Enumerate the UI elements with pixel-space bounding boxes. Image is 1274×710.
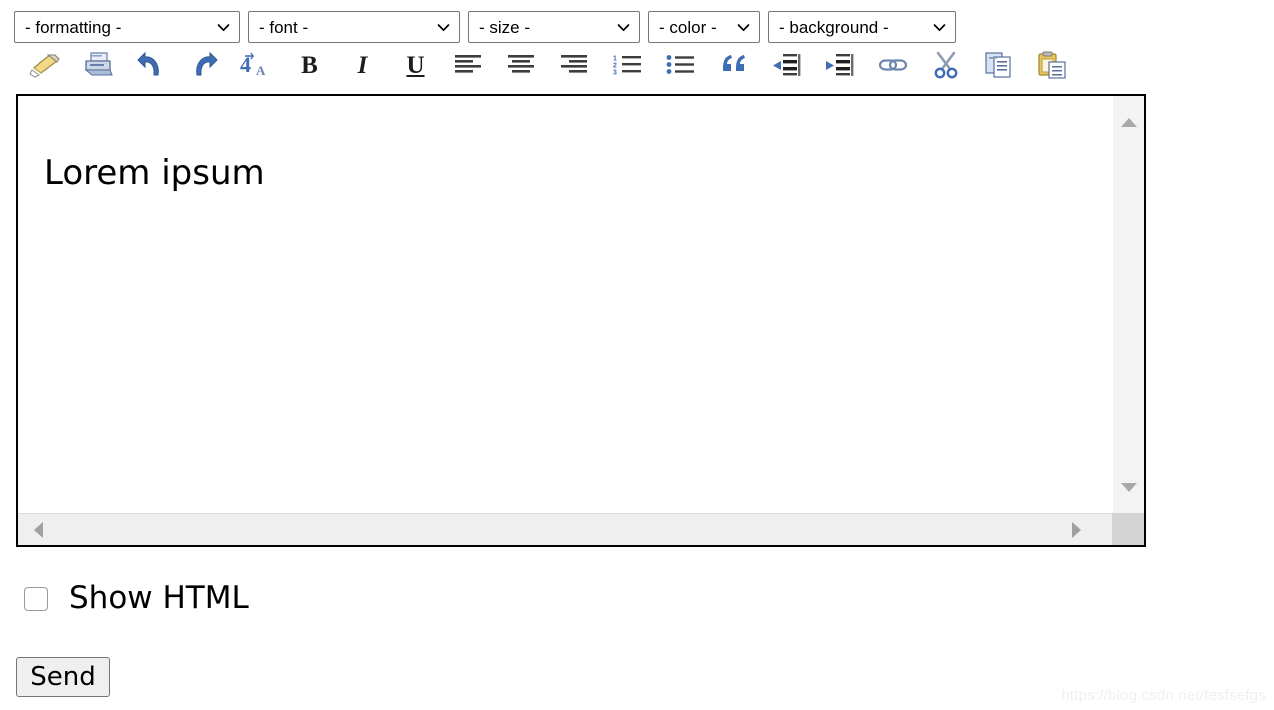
underline-button[interactable]: U [389, 46, 442, 84]
send-button[interactable]: Send [16, 657, 110, 697]
copy-button[interactable] [972, 46, 1025, 84]
cut-scissors-icon [932, 51, 960, 79]
undo-icon [136, 51, 166, 79]
scroll-left-arrow-icon[interactable] [22, 514, 54, 545]
indent-button[interactable] [813, 46, 866, 84]
editor-content-text: Lorem ipsum [44, 153, 265, 193]
align-right-button[interactable] [548, 46, 601, 84]
select-color-value: - color - [659, 17, 717, 37]
formatting-select-bar: - formatting - - font - - size - - color… [14, 11, 956, 43]
chevron-down-icon [932, 20, 947, 35]
paste-clipboard-icon [1037, 51, 1067, 79]
print-button[interactable] [71, 46, 124, 84]
scroll-right-arrow-icon[interactable] [1060, 514, 1092, 545]
select-font[interactable]: - font - [248, 11, 460, 43]
align-left-icon [454, 54, 484, 76]
select-background-value: - background - [779, 17, 889, 37]
italic-icon: I [357, 51, 368, 79]
clean-formatting-button[interactable] [18, 46, 71, 84]
numbered-list-button[interactable]: 1 2 3 [601, 46, 654, 84]
outdent-icon [772, 53, 802, 77]
underline-icon: U [406, 51, 425, 79]
select-formatting[interactable]: - formatting - [14, 11, 240, 43]
bullet-list-button[interactable] [654, 46, 707, 84]
svg-text:1: 1 [613, 56, 617, 63]
undo-button[interactable] [124, 46, 177, 84]
chevron-down-icon [736, 20, 751, 35]
bold-button[interactable]: B [283, 46, 336, 84]
select-formatting-value: - formatting - [25, 17, 122, 37]
show-html-row: Show HTML [24, 583, 249, 614]
align-right-icon [560, 54, 590, 76]
show-html-checkbox[interactable] [24, 586, 48, 611]
rich-text-editor-frame: Lorem ipsum [16, 94, 1146, 547]
redo-button[interactable] [177, 46, 230, 84]
outdent-button[interactable] [760, 46, 813, 84]
chevron-down-icon [436, 20, 451, 35]
change-case-button[interactable]: 4 A [230, 46, 283, 84]
clean-formatting-brush-icon [28, 52, 62, 78]
indent-icon [825, 53, 855, 77]
svg-text:2: 2 [613, 63, 617, 70]
change-case-icon: 4 A [240, 51, 274, 79]
editor-toolbar: 4 A B I U 1 2 3 [18, 46, 1078, 84]
watermark-text: https://blog.csdn.net/fesfsefgs [1061, 687, 1266, 704]
chevron-down-icon [616, 20, 631, 35]
show-html-label: Show HTML [69, 580, 249, 616]
blockquote-button[interactable] [707, 46, 760, 84]
scroll-down-arrow-icon[interactable] [1113, 471, 1144, 503]
link-icon [877, 54, 909, 76]
select-color[interactable]: - color - [648, 11, 760, 43]
editor-horizontal-scrollbar[interactable] [18, 513, 1112, 545]
redo-icon [189, 51, 219, 79]
bullet-list-icon [666, 54, 696, 76]
numbered-list-icon: 1 2 3 [613, 54, 643, 76]
align-center-button[interactable] [495, 46, 548, 84]
copy-icon [984, 51, 1014, 79]
select-size-value: - size - [479, 17, 530, 37]
link-button[interactable] [866, 46, 919, 84]
chevron-down-icon [216, 20, 231, 35]
print-icon [82, 51, 114, 79]
italic-button[interactable]: I [336, 46, 389, 84]
svg-text:3: 3 [613, 70, 617, 77]
bold-icon: B [301, 51, 318, 79]
editor-vertical-scrollbar[interactable] [1112, 96, 1144, 513]
scrollbar-corner [1112, 513, 1144, 545]
svg-text:A: A [256, 63, 266, 78]
select-size[interactable]: - size - [468, 11, 640, 43]
cut-button[interactable] [919, 46, 972, 84]
blockquote-icon [719, 52, 749, 78]
select-background[interactable]: - background - [768, 11, 956, 43]
paste-button[interactable] [1025, 46, 1078, 84]
align-left-button[interactable] [442, 46, 495, 84]
align-center-icon [507, 54, 537, 76]
scroll-up-arrow-icon[interactable] [1113, 106, 1144, 138]
editor-content-area[interactable]: Lorem ipsum [18, 96, 1112, 513]
select-font-value: - font - [259, 17, 309, 37]
